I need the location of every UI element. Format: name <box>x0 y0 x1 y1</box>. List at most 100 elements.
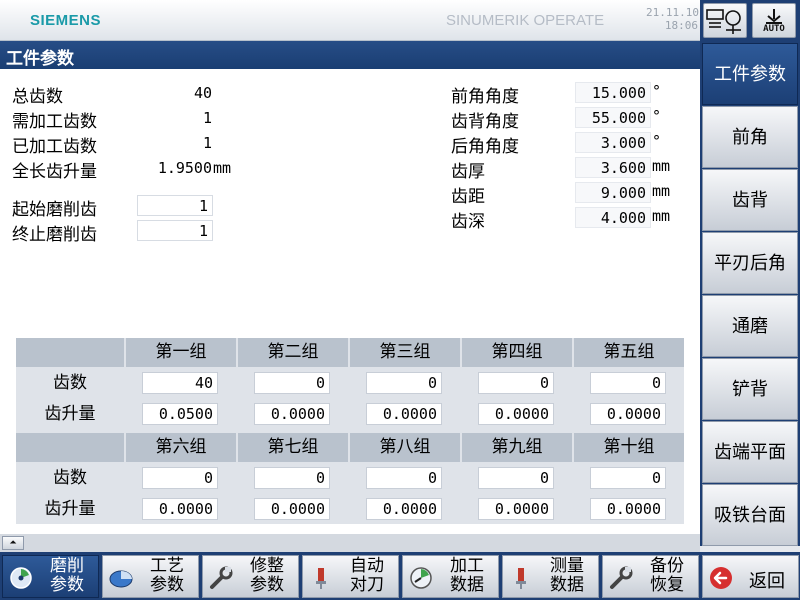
group-8-rise-field[interactable]: 0.0000 <box>366 498 442 520</box>
group-3-teeth-field[interactable]: 0 <box>366 372 442 394</box>
softkey-measurement-data[interactable]: 测量 数据 <box>502 555 599 598</box>
horizontal-softkey-bar: 磨削 参数 工艺 参数 修整 参数 自动 对刀 加工 数据 测量 数据 备份 恢… <box>0 552 800 600</box>
rake-angle-unit: ° <box>652 82 662 100</box>
scroll-up-button[interactable]: ⏶ <box>2 536 24 550</box>
param-label-tooth-pitch: 齿距 <box>451 187 485 207</box>
group-9-rise-field[interactable]: 0.0000 <box>478 498 554 520</box>
param-label-back-angle: 齿背角度 <box>451 112 519 132</box>
wrench-icon <box>610 566 633 589</box>
softkey-label-line2: 参数 <box>250 575 284 595</box>
softkey-magnetic-table[interactable]: 吸铁台面 <box>702 484 798 546</box>
date-text: 21.11.10 <box>646 6 699 19</box>
group-9-teeth-field[interactable]: 0 <box>478 467 554 489</box>
page-title-bar: 工件参数 <box>0 41 700 69</box>
softkey-machining-data[interactable]: 加工 数据 <box>402 555 499 598</box>
group-10-teeth-field[interactable]: 0 <box>590 467 666 489</box>
start-tooth-field[interactable]: 1 <box>137 195 213 216</box>
softkey-label-line1: 工艺 <box>150 556 184 576</box>
back-arrow-icon <box>710 567 732 589</box>
group-header-1: 第一组 <box>126 338 236 367</box>
back-angle-field[interactable]: 55.000 <box>575 107 651 128</box>
softkey-machining-data-label: 加工 数据 <box>437 557 497 595</box>
param-value-teeth-to-machine: 1 <box>202 109 212 127</box>
group-6-teeth-field[interactable]: 0 <box>142 467 218 489</box>
tooth-thickness-field[interactable]: 3.600 <box>575 157 651 178</box>
softkey-workpiece-params[interactable]: 工件参数 <box>702 43 798 105</box>
row-label-rise-2: 齿升量 <box>16 495 124 524</box>
softkey-auto-tool-setting[interactable]: 自动 对刀 <box>302 555 399 598</box>
main-panel: 总齿数 40 需加工齿数 1 已加工齿数 1 全长齿升量 1.9500 mm 起… <box>0 69 700 534</box>
back-button[interactable]: 返回 <box>702 555 799 598</box>
time-text: 18:06 <box>664 19 698 32</box>
siemens-logo: SIEMENS <box>30 12 102 29</box>
hmi-title: SINUMERIK OPERATE <box>446 12 605 29</box>
auto-mode-icon <box>766 9 782 24</box>
group-4-rise-field[interactable]: 0.0000 <box>478 403 554 425</box>
softkey-backup-restore-label: 备份 恢复 <box>637 557 697 595</box>
group-header-8: 第八组 <box>350 433 460 462</box>
clearance-angle-field[interactable]: 3.000 <box>575 132 651 153</box>
softkey-tooth-back[interactable]: 齿背 <box>702 169 798 231</box>
param-label-clearance-angle: 后角角度 <box>451 137 519 157</box>
softkey-process-params[interactable]: 工艺 参数 <box>102 555 199 598</box>
tooth-pitch-field[interactable]: 9.000 <box>575 182 651 203</box>
softkey-relief[interactable]: 铲背 <box>702 358 798 420</box>
end-tooth-field[interactable]: 1 <box>137 220 213 241</box>
group-header-9: 第九组 <box>462 433 572 462</box>
softkey-grinding-params-label: 磨削 参数 <box>37 557 97 595</box>
page-title: 工件参数 <box>6 49 74 69</box>
auto-mode-label: AUTO <box>763 24 785 34</box>
group-10-rise-field[interactable]: 0.0000 <box>590 498 666 520</box>
table-corner-2 <box>16 433 124 462</box>
param-label-tooth-depth: 齿深 <box>451 212 485 232</box>
group-5-rise-field[interactable]: 0.0000 <box>590 403 666 425</box>
param-label-tooth-thickness: 齿厚 <box>451 162 485 182</box>
group-2-rise-field[interactable]: 0.0000 <box>254 403 330 425</box>
clearance-angle-unit: ° <box>652 132 662 150</box>
row-label-rise: 齿升量 <box>16 400 124 429</box>
top-right-panel: AUTO <box>700 0 800 41</box>
softkey-label-line1: 备份 <box>650 556 684 576</box>
group-3-rise-field[interactable]: 0.0000 <box>366 403 442 425</box>
softkey-grinding-params[interactable]: 磨削 参数 <box>2 555 99 598</box>
group-8-teeth-field[interactable]: 0 <box>366 467 442 489</box>
wrench-icon <box>210 566 233 589</box>
softkey-tooth-end-face[interactable]: 齿端平面 <box>702 421 798 483</box>
table-corner <box>16 338 124 367</box>
param-value-total-rise: 1.9500 <box>157 159 212 177</box>
softkey-label-line1: 自动 <box>350 556 384 576</box>
groups-table: 第一组 第二组 第三组 第四组 第五组 齿数 40 0 0 0 0 齿升量 0.… <box>16 338 684 524</box>
auto-mode-button[interactable]: AUTO <box>752 3 796 38</box>
softkey-through-grind[interactable]: 通磨 <box>702 295 798 357</box>
group-header-3: 第三组 <box>350 338 460 367</box>
group-1-teeth-field[interactable]: 40 <box>142 372 218 394</box>
tooth-pitch-unit: mm <box>652 182 671 200</box>
group-header-5: 第五组 <box>574 338 684 367</box>
softkey-flat-clearance[interactable]: 平刃后角 <box>702 232 798 294</box>
softkey-rake[interactable]: 前角 <box>702 106 798 168</box>
group-1-rise-field[interactable]: 0.0500 <box>142 403 218 425</box>
group-5-teeth-field[interactable]: 0 <box>590 372 666 394</box>
group-4-teeth-field[interactable]: 0 <box>478 372 554 394</box>
machine-area-button[interactable] <box>703 3 747 38</box>
tooth-depth-field[interactable]: 4.000 <box>575 207 651 228</box>
param-unit-total-rise: mm <box>213 159 232 177</box>
grinding-icon <box>10 567 32 589</box>
softkey-process-params-label: 工艺 参数 <box>137 557 197 595</box>
group-2-teeth-field[interactable]: 0 <box>254 372 330 394</box>
back-angle-unit: ° <box>652 107 662 125</box>
row-label-teeth: 齿数 <box>16 369 124 398</box>
softkey-dressing-params[interactable]: 修整 参数 <box>202 555 299 598</box>
param-value-teeth-machined: 1 <box>202 134 212 152</box>
group-header-4: 第四组 <box>462 338 572 367</box>
group-7-rise-field[interactable]: 0.0000 <box>254 498 330 520</box>
group-6-rise-field[interactable]: 0.0000 <box>142 498 218 520</box>
group-7-teeth-field[interactable]: 0 <box>254 467 330 489</box>
probe-icon <box>316 568 326 589</box>
vertical-softkey-bar: 工件参数 前角 齿背 平刃后角 通磨 铲背 齿端平面 吸铁台面 <box>700 41 800 546</box>
rake-angle-field[interactable]: 15.000 <box>575 82 651 103</box>
softkey-label-line1: 磨削 <box>50 556 84 576</box>
softkey-label-line1: 修整 <box>250 556 284 576</box>
softkey-backup-restore[interactable]: 备份 恢复 <box>602 555 699 598</box>
back-button-label: 返回 <box>749 571 785 592</box>
